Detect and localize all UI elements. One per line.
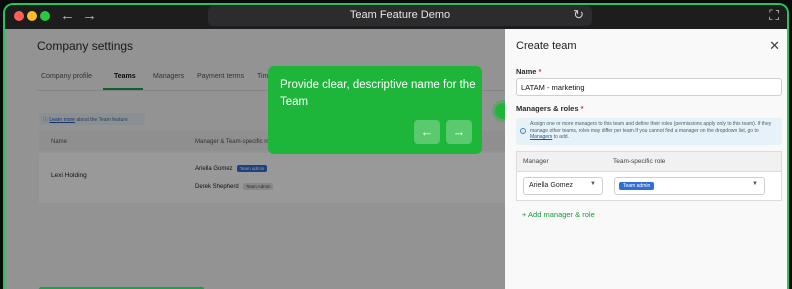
maximize-window-button[interactable] <box>40 11 50 21</box>
arrow-left-icon: ← <box>420 124 434 139</box>
browser-window: ← → Team Feature Demo ↻ ⛶ Company settin… <box>3 3 789 289</box>
help-text-end: to add. <box>552 134 569 140</box>
arrow-right-icon: → <box>452 124 466 139</box>
close-icon[interactable]: ✕ <box>769 38 780 54</box>
column-header-role: Team-specific role <box>613 158 666 165</box>
window-title: Team Feature Demo <box>349 9 451 21</box>
address-bar[interactable]: Team Feature Demo ↻ <box>208 6 592 26</box>
managers-grid: Manager Team-specific role Ariella Gomez… <box>516 151 782 201</box>
info-icon: i <box>520 128 526 134</box>
managers-link[interactable]: Managers <box>530 134 552 140</box>
previous-step-button[interactable]: ← <box>414 120 440 144</box>
role-select[interactable]: Team admin ▼ <box>614 177 765 195</box>
required-marker: * <box>538 67 542 76</box>
managers-help-text: i Assign one or more managers to this te… <box>516 118 782 145</box>
chevron-down-icon: ▼ <box>590 181 596 187</box>
name-label: Name * <box>516 67 541 76</box>
manager-select-value: Ariella Gomez <box>529 182 573 189</box>
forward-arrow-icon[interactable]: → <box>82 7 97 25</box>
role-chip: Team admin <box>619 182 655 190</box>
close-window-button[interactable] <box>14 11 24 21</box>
managers-label: Managers & roles * <box>516 104 584 113</box>
fullscreen-icon[interactable]: ⛶ <box>769 7 779 24</box>
team-name-input[interactable] <box>516 78 782 96</box>
back-arrow-icon[interactable]: ← <box>60 7 75 25</box>
app-content: Company settings Company profile Teams M… <box>5 29 787 289</box>
grid-header: Manager Team-specific role <box>517 152 781 172</box>
settings-page: Company settings Company profile Teams M… <box>5 29 505 289</box>
name-label-text: Name <box>516 67 537 76</box>
tooltip-text: Provide clear, descriptive name for the … <box>280 79 476 108</box>
add-manager-button[interactable]: + Add manager & role <box>522 210 595 219</box>
manager-select[interactable]: Ariella Gomez ▼ <box>523 177 603 195</box>
next-step-button[interactable]: → <box>446 120 472 144</box>
create-team-panel: Create team ✕ Name * Managers & roles * … <box>505 29 787 289</box>
chevron-down-icon: ▼ <box>752 181 758 187</box>
title-bar: ← → Team Feature Demo ↻ ⛶ <box>5 5 787 29</box>
reload-icon[interactable]: ↻ <box>573 7 584 23</box>
column-header-manager: Manager <box>523 158 549 165</box>
minimize-window-button[interactable] <box>27 11 37 21</box>
panel-title: Create team <box>516 40 577 52</box>
required-marker: * <box>580 104 584 113</box>
onboarding-tooltip: Provide clear, descriptive name for the … <box>268 66 482 154</box>
help-text: Assign one or more managers to this team… <box>530 121 772 134</box>
managers-label-text: Managers & roles <box>516 104 579 113</box>
